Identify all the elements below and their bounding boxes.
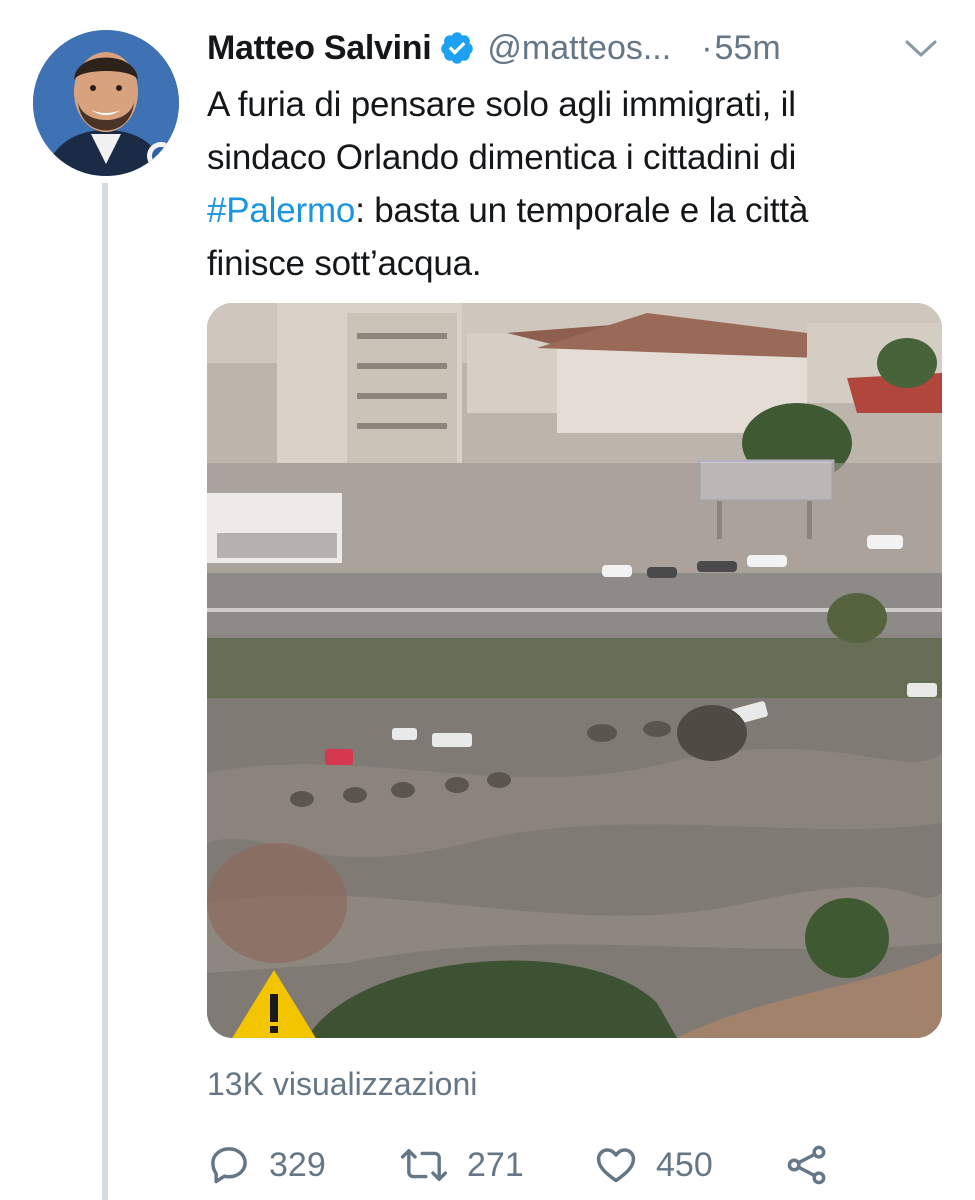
- avatar-portrait-icon: [33, 30, 179, 176]
- share-button[interactable]: [785, 1137, 829, 1193]
- thread-line: [102, 183, 108, 1200]
- heart-icon: [596, 1148, 636, 1183]
- author-avatar[interactable]: [33, 30, 179, 176]
- tweet-text-fragment: : basta un temporale e la città: [355, 191, 809, 230]
- verified-badge-icon: [441, 32, 474, 64]
- like-button[interactable]: 450: [594, 1137, 713, 1193]
- flooded-street-image: [207, 303, 942, 1038]
- like-count: 450: [656, 1145, 713, 1184]
- retweet-button[interactable]: 271: [399, 1137, 524, 1193]
- warning-triangle-icon: [232, 970, 316, 1038]
- retweet-icon: [400, 1149, 448, 1181]
- separator-dot: ·: [701, 28, 713, 67]
- reply-count: 329: [269, 1145, 326, 1184]
- tweet-video[interactable]: [207, 303, 942, 1038]
- tweet-text-line: sindaco Orlando dimentica i cittadini di: [207, 138, 797, 177]
- retweet-count: 271: [467, 1145, 524, 1184]
- reply-button[interactable]: 329: [207, 1137, 326, 1193]
- hashtag-link[interactable]: #Palermo: [207, 191, 355, 230]
- author-name[interactable]: Matteo Salvini: [207, 29, 432, 68]
- tweet-time[interactable]: 55m: [715, 29, 781, 68]
- reply-icon: [211, 1147, 247, 1184]
- author-handle[interactable]: @matteos...: [487, 29, 671, 68]
- tweet-text-line: #Palermo: basta un temporale e la città: [207, 184, 947, 237]
- tweet-text-line: finisce sott’acqua.: [207, 244, 482, 283]
- share-icon: [787, 1145, 826, 1185]
- view-count: 13K visualizzazioni: [207, 1066, 478, 1102]
- tweet-text-line: A furia di pensare solo agli immigrati, …: [207, 85, 796, 124]
- tweet-header: Matteo Salvini @matteos... · 55m: [207, 22, 947, 74]
- tweet-actions: 329 271 450: [207, 1137, 947, 1193]
- tweet-text: A furia di pensare solo agli immigrati, …: [207, 78, 947, 290]
- chevron-down-icon[interactable]: [904, 36, 938, 62]
- tweet[interactable]: Matteo Salvini @matteos... · 55m A furia…: [0, 0, 975, 1200]
